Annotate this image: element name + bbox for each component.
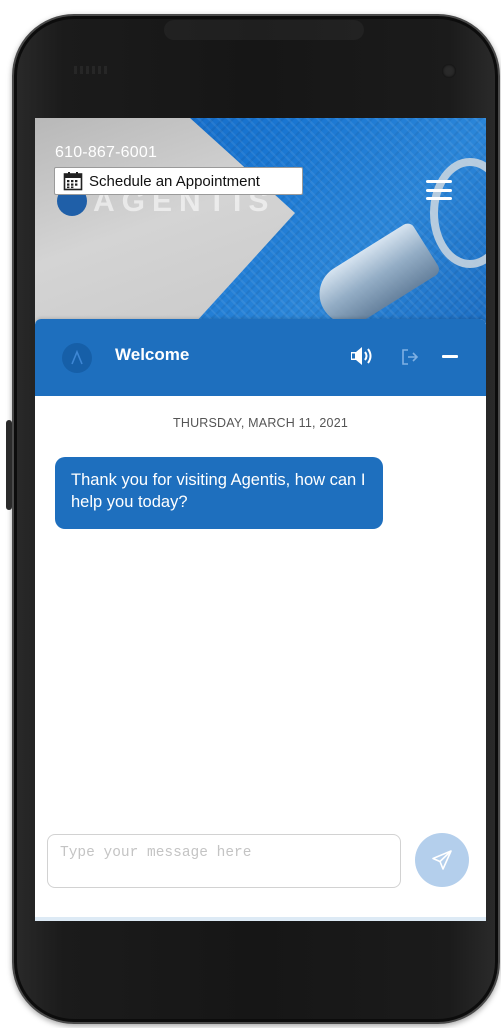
speaker-icon[interactable]	[348, 344, 378, 368]
chat-bottom-edge	[35, 917, 486, 921]
phone-glint	[164, 20, 364, 40]
send-button[interactable]	[415, 833, 469, 887]
date-divider: THURSDAY, MARCH 11, 2021	[173, 416, 348, 430]
phone-side-button	[6, 420, 12, 510]
front-camera	[442, 64, 456, 78]
minimize-icon[interactable]	[442, 355, 458, 358]
phone-number-link[interactable]: 610-867-6001	[55, 144, 157, 162]
message-input[interactable]	[60, 845, 388, 861]
hamburger-menu-icon[interactable]	[426, 180, 452, 200]
schedule-appointment-label: Schedule an Appointment	[89, 172, 260, 190]
website-hero: AGENTIS 610-867-6001 Schedule an Appoint…	[35, 118, 486, 323]
exit-icon[interactable]	[400, 347, 420, 367]
message-input-box[interactable]	[47, 834, 401, 888]
chat-widget: Welcome THURSDAY, MARCH 11, 2021 Thank y…	[35, 319, 486, 921]
chat-header: Welcome	[35, 319, 486, 396]
send-icon	[432, 850, 452, 870]
agentis-logo-icon	[62, 343, 92, 373]
chat-title: Welcome	[115, 345, 190, 364]
earpiece-speaker	[74, 66, 110, 74]
schedule-appointment-button[interactable]: Schedule an Appointment	[54, 167, 303, 195]
calendar-icon	[63, 171, 83, 191]
bot-message-bubble: Thank you for visiting Agentis, how can …	[55, 457, 383, 529]
phone-screen: AGENTIS 610-867-6001 Schedule an Appoint…	[35, 118, 486, 921]
